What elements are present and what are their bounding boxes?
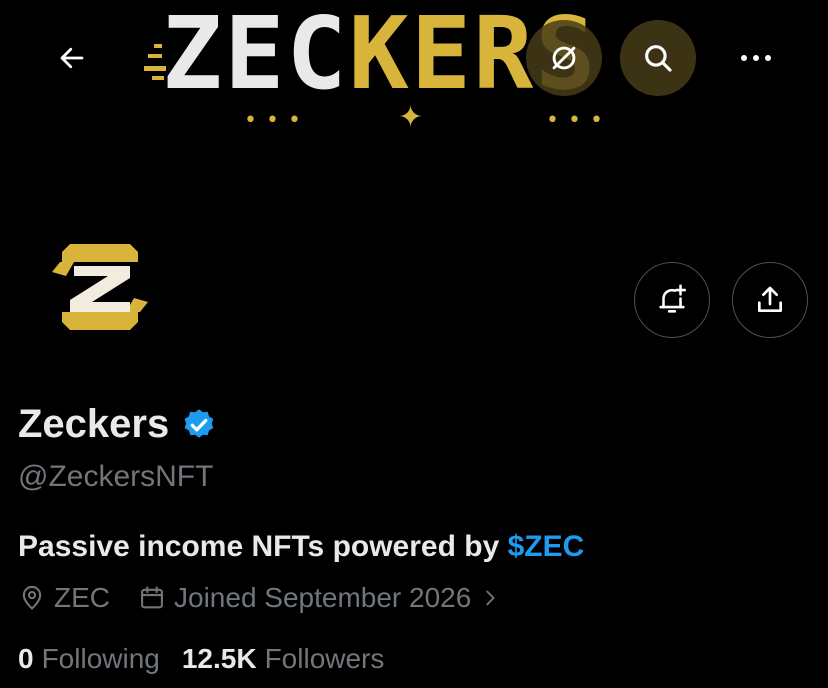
banner-dots-left: • • • [244,108,302,133]
joined-date-item[interactable]: Joined September 2026 [138,582,509,614]
search-button[interactable] [620,20,696,96]
arrow-left-icon [60,47,84,69]
location-text: ZEC [54,582,110,613]
location-pin-icon [22,585,42,610]
back-button[interactable] [44,30,100,86]
following-count: 0 [18,643,34,674]
banner-dots-right: • • • [546,108,604,133]
profile-avatar[interactable] [40,232,160,342]
share-button[interactable] [732,262,808,338]
profile-bio: Passive income NFTs powered by $ZEC [18,530,584,564]
following-link[interactable]: 0 Following [18,643,160,675]
bell-plus-icon [659,284,687,313]
profile-meta: ZEC Joined September 2026 [18,582,509,614]
followers-count: 12.5K [181,643,257,674]
notifications-button[interactable] [634,262,710,338]
profile-stats: 0 Following 12.5K Followers [18,643,384,675]
more-button[interactable] [726,30,786,86]
calendar-icon [141,586,163,609]
verified-badge-icon[interactable] [181,407,217,443]
location-item: ZEC [18,582,110,614]
share-icon [758,286,782,312]
display-name: Zeckers [18,402,170,446]
grok-button[interactable] [526,20,602,96]
profile-name-row: Zeckers [18,402,217,447]
more-icon [741,55,771,61]
bio-cashtag-link[interactable]: $ZEC [508,530,585,563]
joined-date-text: Joined September 2026 [174,582,472,613]
grok-icon [552,46,576,70]
following-label: Following [41,643,160,674]
sparkle-icon: ✦ [398,100,424,135]
profile-banner[interactable]: ZECKERS • • • ✦ • • • [0,0,828,230]
followers-label: Followers [264,643,385,674]
profile-handle: @ZeckersNFT [18,460,214,493]
zeckers-logo-icon [52,244,148,330]
banner-word-light: ZEC [162,0,349,112]
search-icon [645,45,672,72]
chevron-right-icon [486,590,495,606]
bio-text: Passive income NFTs powered by [18,530,508,563]
followers-link[interactable]: 12.5K Followers [182,643,385,675]
